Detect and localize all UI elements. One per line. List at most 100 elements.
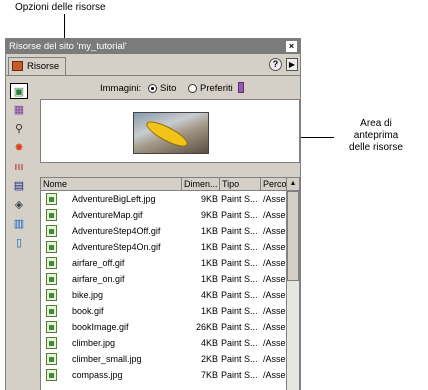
kayak-shape xyxy=(143,117,191,151)
asset-type: Paint S... xyxy=(221,194,258,204)
table-row[interactable]: airfare_off.gif 1KB Paint S... /Asse xyxy=(41,255,287,271)
asset-path: /Asse xyxy=(263,370,286,380)
scroll-up-arrow-icon[interactable]: ▲ xyxy=(287,178,299,191)
scripts-icon[interactable]: ◈ xyxy=(10,197,28,213)
image-file-icon xyxy=(46,305,57,317)
asset-path: /Asse xyxy=(263,306,286,316)
asset-name: climber.jpg xyxy=(72,338,116,348)
table-row[interactable]: AdventureBigLeft.jpg 9KB Paint S... /Asse xyxy=(41,191,287,207)
column-header-path[interactable]: Perco xyxy=(261,178,287,190)
list-rows: AdventureBigLeft.jpg 9KB Paint S.../Asse Ad… xyxy=(41,191,287,383)
images-label: Immagini: xyxy=(100,83,142,94)
image-file-icon xyxy=(46,289,57,301)
shockwave-icon[interactable]: ııı xyxy=(10,159,28,175)
table-row[interactable]: bike.jpg 4KB Paint S... /Asse xyxy=(41,287,287,303)
asset-path: /Asse xyxy=(263,226,286,236)
column-header-name[interactable]: Nome xyxy=(41,178,182,190)
library-icon[interactable]: ▯ xyxy=(10,235,28,251)
image-file-icon xyxy=(46,353,57,365)
asset-size: 9KB xyxy=(200,210,218,220)
column-header-type[interactable]: Tipo xyxy=(220,178,261,190)
options-menu-arrow-icon[interactable]: ▶ xyxy=(286,58,298,71)
column-header-size[interactable]: Dimen... xyxy=(182,178,220,190)
image-file-icon xyxy=(46,337,57,349)
asset-type: Paint S... xyxy=(221,370,258,380)
colors-icon[interactable]: ▦ xyxy=(10,102,28,118)
asset-size: 2KB xyxy=(200,354,218,364)
asset-size: 1KB xyxy=(200,226,218,236)
table-row[interactable]: AdventureStep4Off.gif 1KB Paint S... /Asse xyxy=(41,223,287,239)
asset-size: 4KB xyxy=(200,338,218,348)
movies-icon[interactable]: ▤ xyxy=(10,178,28,194)
table-row[interactable]: airfare_on.gif 1KB Paint S... /Asse xyxy=(41,271,287,287)
asset-size: 26KB xyxy=(195,322,218,332)
favorites-radio-label: Preferiti xyxy=(200,83,233,94)
asset-type: Paint S... xyxy=(221,354,258,364)
asset-name: AdventureStep4Off.gif xyxy=(72,226,161,236)
list-header: Nome Dimen... Tipo Perco xyxy=(41,178,287,191)
urls-icon[interactable]: ⚲ xyxy=(10,121,28,137)
asset-name: book.gif xyxy=(72,306,104,316)
asset-size: 9KB xyxy=(200,194,218,204)
favorites-bookmark-icon xyxy=(238,82,244,93)
asset-name: airfare_off.gif xyxy=(72,258,125,268)
images-icon[interactable]: ▣ xyxy=(10,83,28,99)
flash-icon[interactable]: ✸ xyxy=(10,140,28,156)
asset-path: /Asse xyxy=(263,258,286,268)
asset-path: /Asse xyxy=(263,338,286,348)
asset-path: /Asse xyxy=(263,242,286,252)
asset-type: Paint S... xyxy=(221,322,258,332)
help-icon[interactable]: ? xyxy=(269,58,282,71)
favorites-radio[interactable] xyxy=(188,84,197,93)
asset-path: /Asse xyxy=(263,194,286,204)
scroll-thumb[interactable] xyxy=(287,191,299,281)
tab-row: Risorse ? ▶ xyxy=(6,55,300,76)
close-icon[interactable]: × xyxy=(286,41,297,52)
asset-path: /Asse xyxy=(263,274,286,284)
asset-type: Paint S... xyxy=(221,210,258,220)
asset-path: /Asse xyxy=(263,354,286,364)
asset-path: /Asse xyxy=(263,210,286,220)
asset-name: bike.jpg xyxy=(72,290,104,300)
vertical-scrollbar[interactable]: ▲ xyxy=(286,178,299,390)
table-row[interactable]: book.gif 1KB Paint S... /Asse xyxy=(41,303,287,319)
asset-type: Paint S... xyxy=(221,242,258,252)
table-row[interactable]: climber.jpg 4KB Paint S... /Asse xyxy=(41,335,287,351)
table-row[interactable]: climber_small.jpg 2KB Paint S... /Asse xyxy=(41,351,287,367)
image-file-icon xyxy=(46,257,57,269)
asset-name: bookImage.gif xyxy=(72,322,129,332)
site-radio[interactable] xyxy=(148,84,157,93)
table-row[interactable]: compass.jpg 7KB Paint S... /Asse xyxy=(41,367,287,383)
image-file-icon xyxy=(46,209,57,221)
assets-list: Nome Dimen... Tipo Perco AdventureBigLef… xyxy=(40,177,300,390)
image-file-icon xyxy=(46,225,57,237)
asset-type: Paint S... xyxy=(221,226,258,236)
templates-icon[interactable]: ▥ xyxy=(10,216,28,232)
asset-type: Paint S... xyxy=(221,258,258,268)
image-file-icon xyxy=(46,321,57,333)
tab-assets[interactable]: Risorse xyxy=(8,57,66,75)
asset-name: AdventureBigLeft.jpg xyxy=(72,194,156,204)
asset-category-sidebar: ▣ ▦ ⚲ ✸ ııı ▤ ◈ ▥ ▯ xyxy=(8,79,32,389)
panel-titlebar: Risorse del sito 'my_tutorial' × xyxy=(6,39,300,54)
asset-name: climber_small.jpg xyxy=(72,354,142,364)
image-file-icon xyxy=(46,193,57,205)
tab-assets-label: Risorse xyxy=(27,61,60,72)
image-file-icon xyxy=(46,241,57,253)
asset-path: /Asse xyxy=(263,322,286,332)
panel-title: Risorse del sito 'my_tutorial' xyxy=(9,41,127,52)
table-row[interactable]: AdventureStep4On.gif 1KB Paint S... /Asse xyxy=(41,239,287,255)
preview-callout-line-2: anteprima xyxy=(353,130,399,141)
table-row[interactable]: bookImage.gif 26KB Paint S... /Asse xyxy=(41,319,287,335)
preview-image-kayak xyxy=(133,112,209,154)
preview-callout-label: Area di anteprima delle risorse xyxy=(336,118,416,154)
image-file-icon xyxy=(46,273,57,285)
asset-type: Paint S... xyxy=(221,290,258,300)
asset-size: 1KB xyxy=(200,258,218,268)
table-row[interactable]: AdventureMap.gif 9KB Paint S... /Asse xyxy=(41,207,287,223)
asset-type: Paint S... xyxy=(221,338,258,348)
assets-panel: Risorse del sito 'my_tutorial' × Risorse… xyxy=(5,38,301,390)
image-file-icon xyxy=(46,369,57,381)
asset-preview-area xyxy=(40,99,300,163)
assets-content: Immagini: Sito Preferiti Nome Dimen... T… xyxy=(40,79,300,390)
